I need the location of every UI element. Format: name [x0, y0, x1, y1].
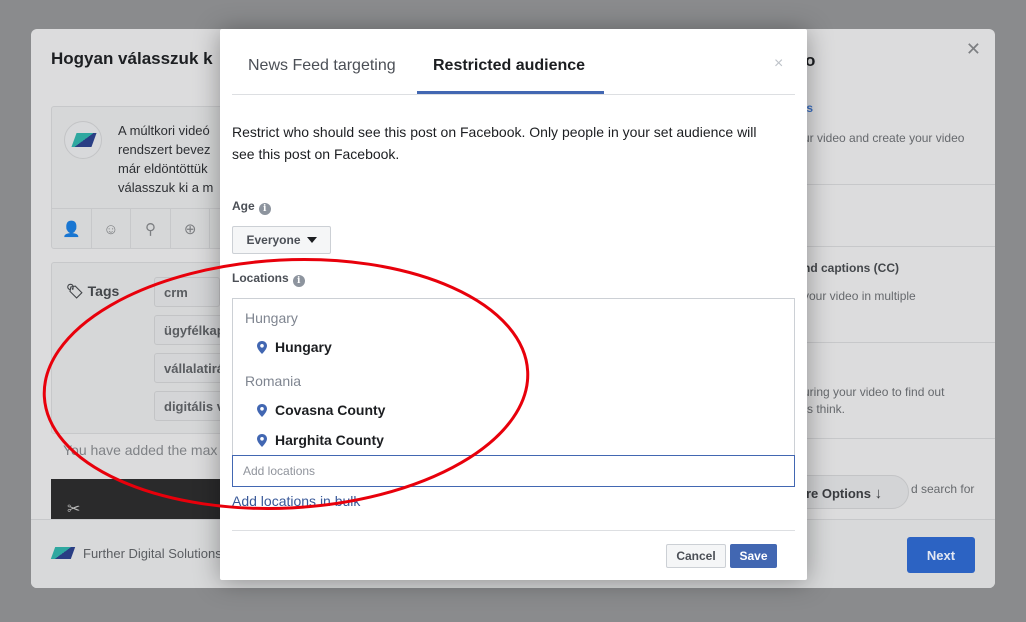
tab-news-feed-targeting[interactable]: News Feed targeting: [248, 57, 396, 75]
more-options-note: d search for: [911, 482, 975, 496]
info-icon[interactable]: i: [292, 275, 305, 287]
tag-chip[interactable]: ügyfélkap: [154, 315, 224, 345]
tag-icon: 🏷: [66, 283, 84, 299]
close-icon[interactable]: ×: [774, 55, 783, 73]
footer-divider: [232, 530, 795, 531]
survey-text: rs think.: [803, 402, 846, 416]
survey-text: uring your video to find out: [803, 385, 945, 399]
right-panel-text: ur video and create your video: [803, 131, 965, 145]
save-button[interactable]: Save: [730, 544, 777, 568]
info-icon[interactable]: i: [258, 203, 271, 215]
country-heading: Hungary: [245, 310, 298, 326]
add-locations-input[interactable]: [232, 455, 795, 487]
tags-label: 🏷 Tags: [66, 283, 120, 299]
captions-heading: nd captions (CC): [803, 261, 899, 275]
tag-person-icon[interactable]: 👤: [52, 209, 92, 249]
location-item[interactable]: Harghita County: [257, 432, 384, 448]
page-name: Further Digital Solutions: [83, 546, 222, 561]
age-label: Age i: [232, 199, 271, 215]
age-dropdown[interactable]: Everyone: [232, 226, 331, 254]
active-tab-indicator: [417, 91, 604, 94]
background-right-panel: ls ur video and create your video nd cap…: [791, 89, 995, 519]
background-close-icon[interactable]: ✕: [966, 39, 981, 60]
location-pin-icon: [257, 433, 267, 447]
tab-restricted-audience[interactable]: Restricted audience: [433, 57, 585, 75]
caret-down-icon: [306, 237, 317, 243]
tag-chip[interactable]: digitális v: [154, 391, 224, 421]
country-heading: Romania: [245, 373, 302, 389]
background-title: Hogyan válasszuk k: [51, 49, 213, 68]
tag-chip[interactable]: crm✕: [154, 277, 237, 307]
right-panel-section: [791, 184, 995, 246]
age-dropdown-value: Everyone: [246, 233, 301, 247]
page-logo: [50, 547, 76, 559]
cancel-button[interactable]: Cancel: [666, 544, 726, 568]
locations-label: Locations i: [232, 271, 305, 287]
location-pin-icon: [257, 403, 267, 417]
tab-bar: News Feed targeting Restricted audience: [232, 29, 795, 95]
location-icon[interactable]: ⚲: [131, 209, 171, 249]
max-tags-note: You have added the max: [63, 442, 218, 458]
restriction-description: Restrict who should see this post on Fac…: [232, 124, 757, 162]
location-item[interactable]: Hungary: [257, 339, 332, 355]
location-item[interactable]: Covasna County: [257, 402, 385, 418]
tag-chip[interactable]: vállalatirá: [154, 353, 224, 383]
add-locations-in-bulk-link[interactable]: Add locations in bulk: [232, 493, 360, 509]
emoji-icon[interactable]: ☺: [92, 209, 132, 249]
audience-dialog: News Feed targeting Restricted audience …: [220, 29, 807, 580]
page-avatar: [64, 121, 102, 159]
next-button[interactable]: Next: [907, 537, 975, 573]
scissors-icon[interactable]: ✂: [67, 499, 80, 519]
captions-text: your video in multiple: [803, 289, 916, 303]
arrow-down-icon: ↓: [874, 485, 883, 502]
location-pin-icon: [257, 340, 267, 354]
target-icon[interactable]: ⊕: [171, 209, 211, 249]
